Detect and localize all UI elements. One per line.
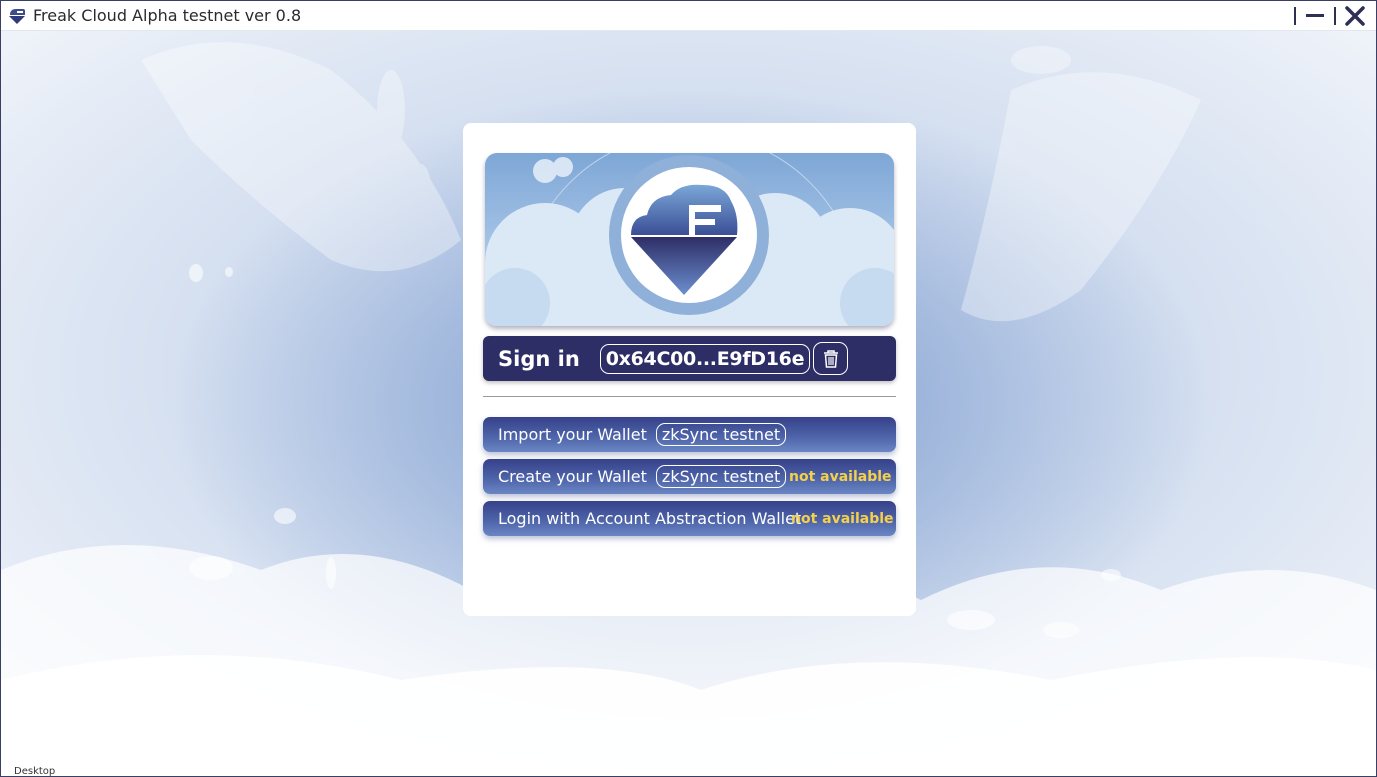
sign-in-bar[interactable]: Sign in 0x64C00...E9fD16e (483, 336, 896, 381)
import-wallet-label: Import your Wallet (498, 425, 647, 444)
window-controls (1286, 1, 1376, 30)
create-wallet-label: Create your Wallet (498, 467, 647, 486)
freak-cloud-logo-icon (7, 6, 27, 26)
app-window: Freak Cloud Alpha testnet ver 0.8 Sign i… (0, 0, 1377, 777)
network-badge: zkSync testnet (655, 423, 787, 446)
import-wallet-button[interactable]: Import your Wallet zkSync testnet (483, 417, 896, 452)
window-title: Freak Cloud Alpha testnet ver 0.8 (33, 6, 302, 25)
network-badge: zkSync testnet (655, 465, 787, 488)
close-button[interactable] (1344, 5, 1366, 27)
minimize-icon (1306, 14, 1324, 17)
trash-icon (823, 349, 838, 368)
title-bar[interactable]: Freak Cloud Alpha testnet ver 0.8 (1, 1, 1376, 31)
wallet-address[interactable]: 0x64C00...E9fD16e (599, 343, 811, 374)
account-abstraction-label: Login with Account Abstraction Wallet (498, 509, 802, 528)
divider (483, 396, 896, 397)
account-abstraction-login-button[interactable]: Login with Account Abstraction Wallet no… (483, 501, 896, 536)
not-available-badge: not available (791, 510, 894, 527)
hero-banner (485, 153, 894, 326)
login-card: Sign in 0x64C00...E9fD16e Import your Wa… (463, 123, 916, 616)
minimize-button[interactable] (1304, 5, 1326, 27)
desktop-label-peek: Desktop (14, 766, 56, 777)
close-icon (1345, 5, 1365, 26)
not-available-badge: not available (789, 468, 892, 485)
titlebar-separator (1334, 6, 1336, 25)
titlebar-separator (1294, 6, 1296, 25)
create-wallet-button[interactable]: Create your Wallet zkSync testnet not av… (483, 459, 896, 494)
delete-wallet-button[interactable] (813, 342, 848, 375)
sign-in-label: Sign in (498, 346, 580, 371)
